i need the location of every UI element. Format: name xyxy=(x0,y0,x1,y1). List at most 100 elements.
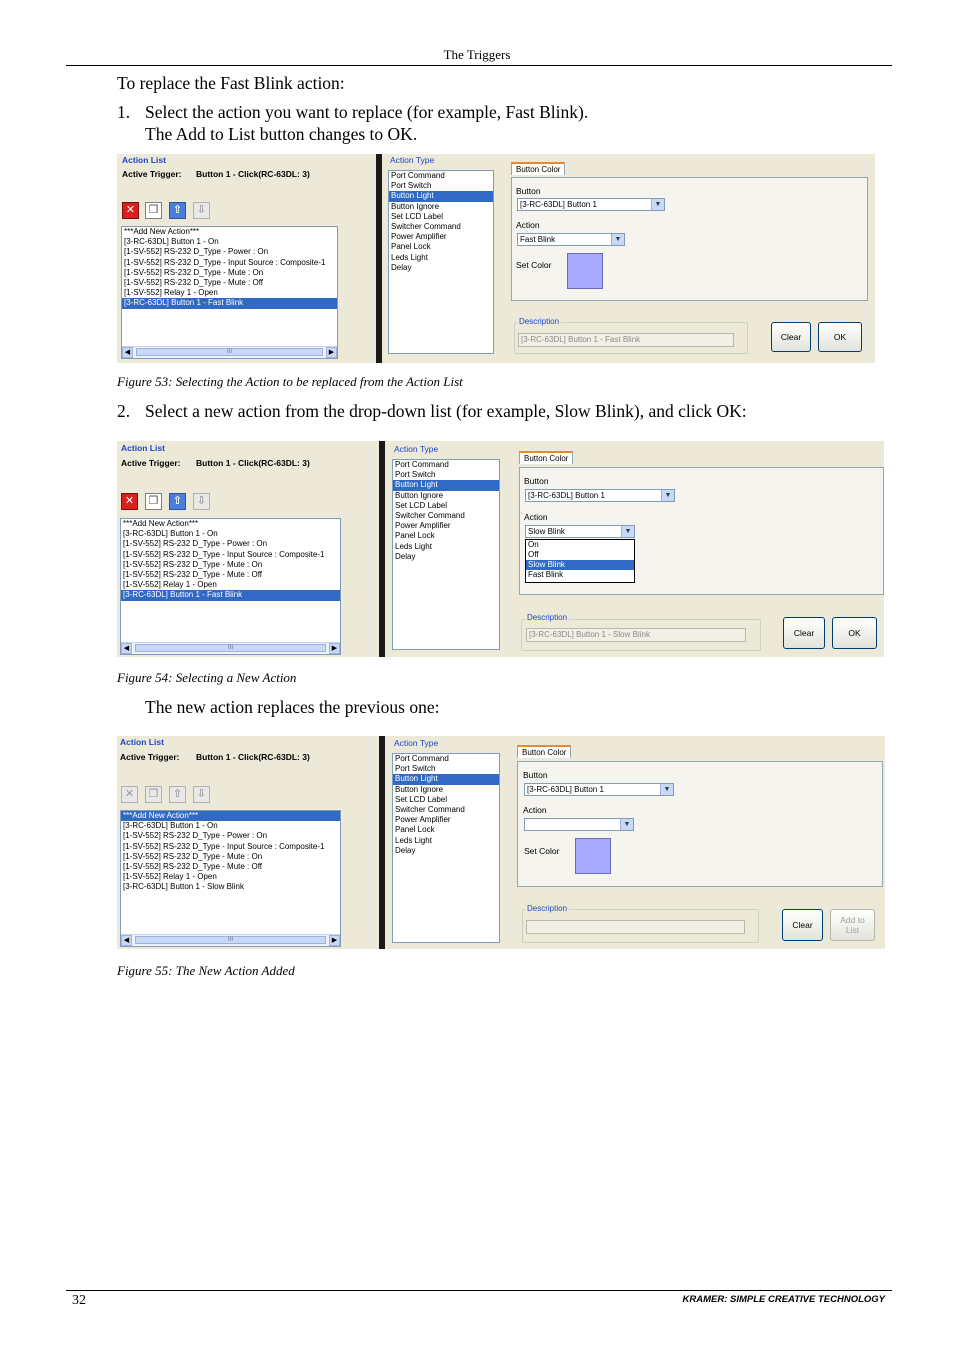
splitter[interactable] xyxy=(379,441,385,657)
list-item[interactable]: Port Command xyxy=(393,460,499,470)
list-item[interactable]: Power Amplifier xyxy=(393,815,499,825)
splitter[interactable] xyxy=(376,154,382,363)
color-swatch[interactable] xyxy=(567,253,603,289)
action-dropdown-list[interactable]: On Off Slow Blink Fast Blink xyxy=(525,539,635,583)
dropdown-option[interactable]: Off xyxy=(526,550,634,560)
dropdown-option-selected[interactable]: Slow Blink xyxy=(526,560,634,570)
action-list-box[interactable]: ***Add New Action*** [3-RC-63DL] Button … xyxy=(120,518,341,655)
action-list-box[interactable]: ***Add New Action*** [3-RC-63DL] Button … xyxy=(121,226,338,359)
chevron-down-icon[interactable]: ▼ xyxy=(620,819,633,830)
chevron-down-icon[interactable]: ▼ xyxy=(661,490,674,501)
chevron-down-icon[interactable]: ▼ xyxy=(660,784,673,795)
list-item-selected[interactable]: Button Light xyxy=(393,774,499,785)
ok-button[interactable]: OK xyxy=(818,322,862,352)
ok-button[interactable]: OK xyxy=(832,617,877,649)
dropdown-option[interactable]: On xyxy=(526,540,634,550)
action-list-box[interactable]: ***Add New Action*** [3-RC-63DL] Button … xyxy=(120,810,341,947)
scroll-right-icon[interactable]: ▶ xyxy=(326,347,337,358)
action-type-list[interactable]: Port Command Port Switch Button Light Bu… xyxy=(392,753,500,943)
move-up-button[interactable]: ⇧ xyxy=(169,202,186,219)
list-item[interactable]: [1-SV-552] RS-232 D_Type - Mute : On xyxy=(121,560,340,570)
clear-button[interactable]: Clear xyxy=(771,322,811,352)
scroll-right-icon[interactable]: ▶ xyxy=(329,935,340,946)
tab-button-color[interactable]: Button Color xyxy=(517,745,572,758)
list-item[interactable]: [1-SV-552] RS-232 D_Type - Mute : Off xyxy=(121,570,340,580)
copy-action-button[interactable]: ❐ xyxy=(145,493,162,510)
list-item-selected[interactable]: Button Light xyxy=(393,480,499,491)
list-item[interactable]: [3-RC-63DL] Button 1 - On xyxy=(122,237,337,247)
copy-action-button[interactable]: ❐ xyxy=(145,202,162,219)
delete-action-button[interactable]: ✕ xyxy=(122,202,139,219)
list-item[interactable]: [1-SV-552] RS-232 D_Type - Mute : Off xyxy=(121,862,340,872)
move-down-button[interactable]: ⇩ xyxy=(193,202,210,219)
splitter[interactable] xyxy=(379,736,385,949)
description-field[interactable]: [3-RC-63DL] Button 1 - Slow Blink xyxy=(526,628,746,642)
list-item-selected[interactable]: ***Add New Action*** xyxy=(121,811,340,822)
button-select[interactable]: [3-RC-63DL] Button 1 ▼ xyxy=(517,198,665,211)
list-item[interactable]: [1-SV-552] Relay 1 - Open xyxy=(121,872,340,882)
list-item[interactable]: Delay xyxy=(393,846,499,856)
list-item[interactable]: [1-SV-552] RS-232 D_Type - Input Source … xyxy=(121,550,340,560)
list-item[interactable]: Power Amplifier xyxy=(393,521,499,531)
action-type-list[interactable]: Port Command Port Switch Button Light Bu… xyxy=(388,170,494,354)
list-item-selected[interactable]: [3-RC-63DL] Button 1 - Fast Blink xyxy=(121,590,340,601)
description-field[interactable]: [3-RC-63DL] Button 1 - Fast Blink xyxy=(518,333,734,347)
clear-button[interactable]: Clear xyxy=(783,617,825,649)
chevron-down-icon[interactable]: ▼ xyxy=(621,526,634,537)
list-item[interactable]: ***Add New Action*** xyxy=(122,227,337,237)
horizontal-scrollbar[interactable]: ◀ III ▶ xyxy=(121,642,340,654)
list-item[interactable]: Port Switch xyxy=(393,764,499,774)
list-item[interactable]: [3-RC-63DL] Button 1 - On xyxy=(121,821,340,831)
scroll-thumb[interactable]: III xyxy=(135,644,326,652)
list-item[interactable]: ***Add New Action*** xyxy=(121,519,340,529)
list-item[interactable]: Set LCD Label xyxy=(389,212,493,222)
list-item[interactable]: [1-SV-552] RS-232 D_Type - Power : On xyxy=(121,831,340,841)
list-item[interactable]: [1-SV-552] RS-232 D_Type - Input Source … xyxy=(121,842,340,852)
list-item[interactable]: [1-SV-552] RS-232 D_Type - Mute : On xyxy=(122,268,337,278)
action-select[interactable]: Slow Blink ▼ xyxy=(525,525,635,538)
color-swatch[interactable] xyxy=(575,838,611,874)
list-item[interactable]: Button Ignore xyxy=(393,785,499,795)
description-field[interactable] xyxy=(526,920,745,934)
list-item[interactable]: Delay xyxy=(393,552,499,562)
scroll-left-icon[interactable]: ◀ xyxy=(121,935,132,946)
scroll-thumb[interactable]: III xyxy=(135,936,326,944)
list-item[interactable]: Leds Light xyxy=(393,542,499,552)
scroll-left-icon[interactable]: ◀ xyxy=(121,643,132,654)
list-item[interactable]: Port Switch xyxy=(389,181,493,191)
list-item[interactable]: [1-SV-552] RS-232 D_Type - Mute : On xyxy=(121,852,340,862)
list-item[interactable]: [1-SV-552] RS-232 D_Type - Power : On xyxy=(122,247,337,257)
dropdown-option[interactable]: Fast Blink xyxy=(526,570,634,580)
list-item-selected[interactable]: [3-RC-63DL] Button 1 - Fast Blink xyxy=(122,298,337,309)
list-item[interactable]: Port Command xyxy=(393,754,499,764)
list-item[interactable]: Set LCD Label xyxy=(393,795,499,805)
list-item[interactable]: [3-RC-63DL] Button 1 - On xyxy=(121,529,340,539)
delete-action-button[interactable]: ✕ xyxy=(121,786,138,803)
list-item[interactable]: [1-SV-552] RS-232 D_Type - Input Source … xyxy=(122,258,337,268)
action-select[interactable]: Fast Blink ▼ xyxy=(517,233,625,246)
chevron-down-icon[interactable]: ▼ xyxy=(611,234,624,245)
list-item[interactable]: Button Ignore xyxy=(393,491,499,501)
list-item[interactable]: [3-RC-63DL] Button 1 - Slow Blink xyxy=(121,882,340,892)
chevron-down-icon[interactable]: ▼ xyxy=(651,199,664,210)
list-item[interactable]: Switcher Command xyxy=(393,511,499,521)
list-item[interactable]: Button Ignore xyxy=(389,202,493,212)
move-down-button[interactable]: ⇩ xyxy=(193,786,210,803)
scroll-left-icon[interactable]: ◀ xyxy=(122,347,133,358)
scroll-right-icon[interactable]: ▶ xyxy=(329,643,340,654)
list-item[interactable]: Panel Lock xyxy=(393,825,499,835)
list-item[interactable]: [1-SV-552] RS-232 D_Type - Mute : Off xyxy=(122,278,337,288)
horizontal-scrollbar[interactable]: ◀ III ▶ xyxy=(121,934,340,946)
list-item[interactable]: Leds Light xyxy=(389,253,493,263)
list-item[interactable]: Port Command xyxy=(389,171,493,181)
button-select[interactable]: [3-RC-63DL] Button 1 ▼ xyxy=(524,783,674,796)
list-item[interactable]: Panel Lock xyxy=(389,242,493,252)
tab-button-color[interactable]: Button Color xyxy=(511,162,566,175)
list-item[interactable]: Delay xyxy=(389,263,493,273)
list-item[interactable]: Panel Lock xyxy=(393,531,499,541)
list-item[interactable]: [1-SV-552] Relay 1 - Open xyxy=(122,288,337,298)
delete-action-button[interactable]: ✕ xyxy=(121,493,138,510)
move-up-button[interactable]: ⇧ xyxy=(169,493,186,510)
list-item[interactable]: [1-SV-552] Relay 1 - Open xyxy=(121,580,340,590)
list-item[interactable]: Switcher Command xyxy=(389,222,493,232)
